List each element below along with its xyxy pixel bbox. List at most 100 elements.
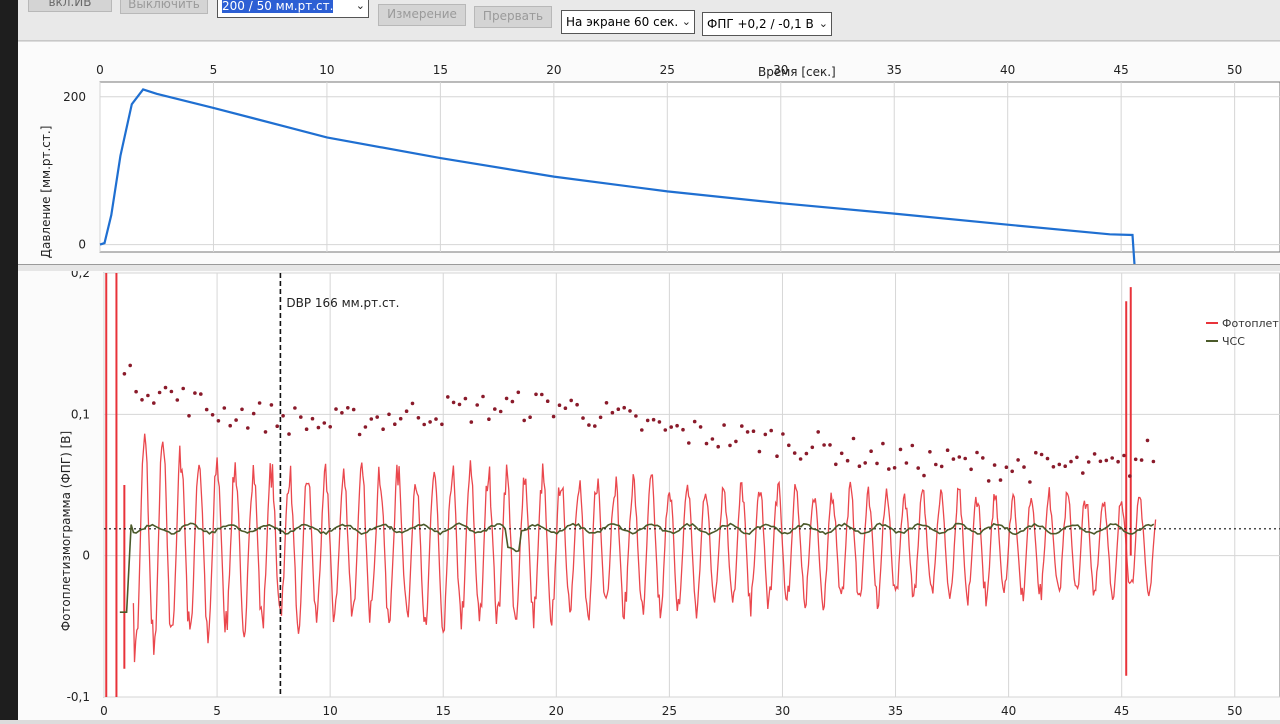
ppg-dot [745,430,750,434]
ppg-dot [804,451,809,456]
ppg-dot [281,414,285,418]
legend-label: ЧСС [1222,335,1245,348]
ppg-dot [169,389,174,394]
ppg-dot [810,445,815,450]
screen-select[interactable]: На экране 60 сек. ⌄ [561,10,695,34]
ppg-dot [681,427,685,432]
ppg-dot [1133,457,1138,462]
ppg-dot [398,416,403,421]
screen-select-value: На экране 60 сек. [566,15,679,29]
ppg-dot [140,398,144,402]
cut-button[interactable]: вкл.ИВ [28,0,112,12]
ppg-dot [257,401,262,405]
ppg-dot [645,418,650,423]
ppg-dot [916,466,920,470]
ppg-dot [787,443,791,448]
ppg-dot [1139,458,1144,462]
ppg-dot [1122,453,1126,458]
range-select[interactable]: 200 / 50 мм.рт.ст. ⌄ [217,0,369,18]
ppg-x-tick-label: 35 [888,704,903,718]
ppg-dot [939,464,944,469]
cut-button-label: вкл.ИВ [48,0,92,9]
ppg-dot [1145,438,1150,443]
ppg-dot [692,419,697,424]
ppg-dot [446,395,450,399]
ppg-dot [963,456,967,461]
ppg-dot [998,478,1003,482]
pressure-x-tick-label: 50 [1227,63,1242,77]
ppg-y-tick-label: 0,1 [71,407,90,421]
ppg-dot [204,407,209,412]
ppg-dot [651,417,656,422]
ppg-dot [845,458,850,463]
ppg-dot [822,443,826,447]
ppg-dot [934,462,938,467]
ppg-dot [451,400,456,405]
ppg-dot [851,436,856,441]
abort-button[interactable]: Прервать [474,6,552,28]
ppg-dot [369,417,374,421]
ppg-dot [563,406,568,410]
ppg-dot [587,423,591,427]
ppg-dot [628,409,632,413]
ppg-dot [663,428,668,432]
legend-label: Фотоплет [1222,317,1279,330]
ppg-dot [493,407,497,411]
ppg-dot [510,399,515,404]
ppg-dot [240,407,244,412]
ppg-dot [1069,459,1073,464]
ppg-dot [781,432,785,436]
pressure-y-tick-label: 0 [78,238,86,252]
ppg-dot [910,443,915,448]
measure-button[interactable]: Измерение [378,4,466,26]
ppg-dot [1028,480,1032,484]
ppg-dot [469,420,474,424]
ppg-dot [310,416,315,421]
pressure-x-tick-label: 5 [210,63,218,77]
ppg-dot [434,417,438,421]
chevron-down-icon[interactable]: ⌄ [819,13,828,35]
ppg-dot [892,466,897,470]
ppg-panel: 0 5 10 15 20 25 30 35 40 45 50 0,2 0,1 0 -0,1 Фотоплет… [18,266,1280,720]
ppg-dot [175,398,180,402]
ppg-dot [557,403,562,407]
chevron-down-icon[interactable]: ⌄ [356,0,365,15]
ppg-dot [957,455,962,459]
ppg-dot [304,427,309,431]
ppg-dot [246,426,250,430]
ppg-dot [716,444,720,449]
ppg-dot [498,409,503,414]
ppg-dot [234,418,238,422]
ppg-dot [763,432,768,437]
pressure-x-tick-label: 20 [546,63,561,77]
ppg-dot [575,402,579,407]
ppg-dot [616,407,621,411]
ppg-dot [293,406,297,410]
ppg-dot [904,461,909,465]
ppg-x-tick-label: 30 [775,704,790,718]
off-button[interactable]: Выключить [120,0,208,14]
ppg-dot [152,401,156,405]
ppg-dot [828,443,832,447]
ppg-dot [687,441,691,445]
ppg-x-tick-label: 15 [436,704,451,718]
ppg-dot [181,386,185,391]
ppg-dot [1022,465,1026,469]
ppg-dot [610,410,615,415]
chevron-down-icon[interactable]: ⌄ [682,11,691,33]
ppg-dot [357,432,362,437]
off-button-label: Выключить [128,0,200,11]
ppg-select-value: ФПГ +0,2 / -0,1 В [707,17,814,31]
ppg-dot [604,401,609,405]
ppg-dot [1075,455,1079,460]
pressure-x-tick-label: 40 [1000,63,1015,77]
measure-button-label: Измерение [387,7,457,21]
monitor-bezel [0,0,18,720]
ppg-dot [199,392,203,396]
ppg-y-axis-label: Фотоплетизмограмма (ФПГ) [В] [59,431,73,631]
ppg-dot [487,417,491,421]
ppg-select[interactable]: ФПГ +0,2 / -0,1 В ⌄ [702,12,832,36]
ppg-x-tick-label: 45 [1114,704,1129,718]
ppg-dot [992,463,997,467]
ppg-dot [375,415,380,419]
